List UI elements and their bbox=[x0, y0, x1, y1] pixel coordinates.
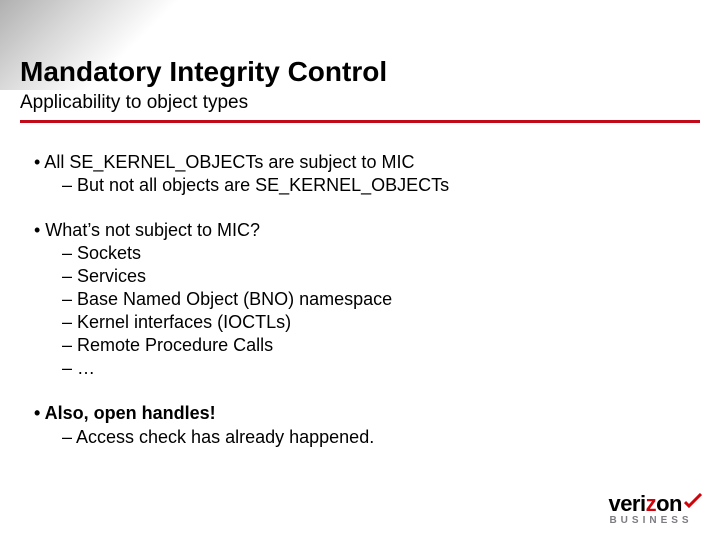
logo-part-on: on bbox=[656, 491, 682, 516]
sub-bullet-item: – Base Named Object (BNO) namespace bbox=[34, 288, 686, 311]
logo-subtext: BUSINESS bbox=[608, 516, 702, 526]
bullet-item-emphasis: • Also, open handles! bbox=[34, 402, 686, 425]
check-icon bbox=[684, 491, 702, 513]
sub-bullet-item: – Kernel interfaces (IOCTLs) bbox=[34, 311, 686, 334]
logo-part-z: z bbox=[646, 491, 657, 516]
sub-bullet-item: – Remote Procedure Calls bbox=[34, 334, 686, 357]
sub-bullet-item: – Services bbox=[34, 265, 686, 288]
bullet-block-2: • What’s not subject to MIC? – Sockets –… bbox=[34, 219, 686, 380]
sub-bullet-item: – But not all objects are SE_KERNEL_OBJE… bbox=[34, 174, 686, 197]
sub-bullet-item: – … bbox=[34, 357, 686, 380]
slide-body: • All SE_KERNEL_OBJECTs are subject to M… bbox=[0, 123, 720, 448]
bullet-block-1: • All SE_KERNEL_OBJECTs are subject to M… bbox=[34, 151, 686, 197]
logo-part-veri: veri bbox=[608, 491, 645, 516]
slide-title: Mandatory Integrity Control bbox=[20, 56, 700, 88]
sub-bullet-item: – Access check has already happened. bbox=[34, 426, 686, 449]
header: Mandatory Integrity Control Applicabilit… bbox=[0, 0, 720, 123]
bullet-item: • All SE_KERNEL_OBJECTs are subject to M… bbox=[34, 151, 686, 174]
bullet-item: • What’s not subject to MIC? bbox=[34, 219, 686, 242]
slide-subtitle: Applicability to object types bbox=[20, 92, 700, 114]
sub-bullet-item: – Sockets bbox=[34, 242, 686, 265]
bullet-block-3: • Also, open handles! – Access check has… bbox=[34, 402, 686, 448]
logo-wordmark: verizon bbox=[608, 491, 702, 515]
verizon-business-logo: verizon BUSINESS bbox=[608, 491, 702, 526]
